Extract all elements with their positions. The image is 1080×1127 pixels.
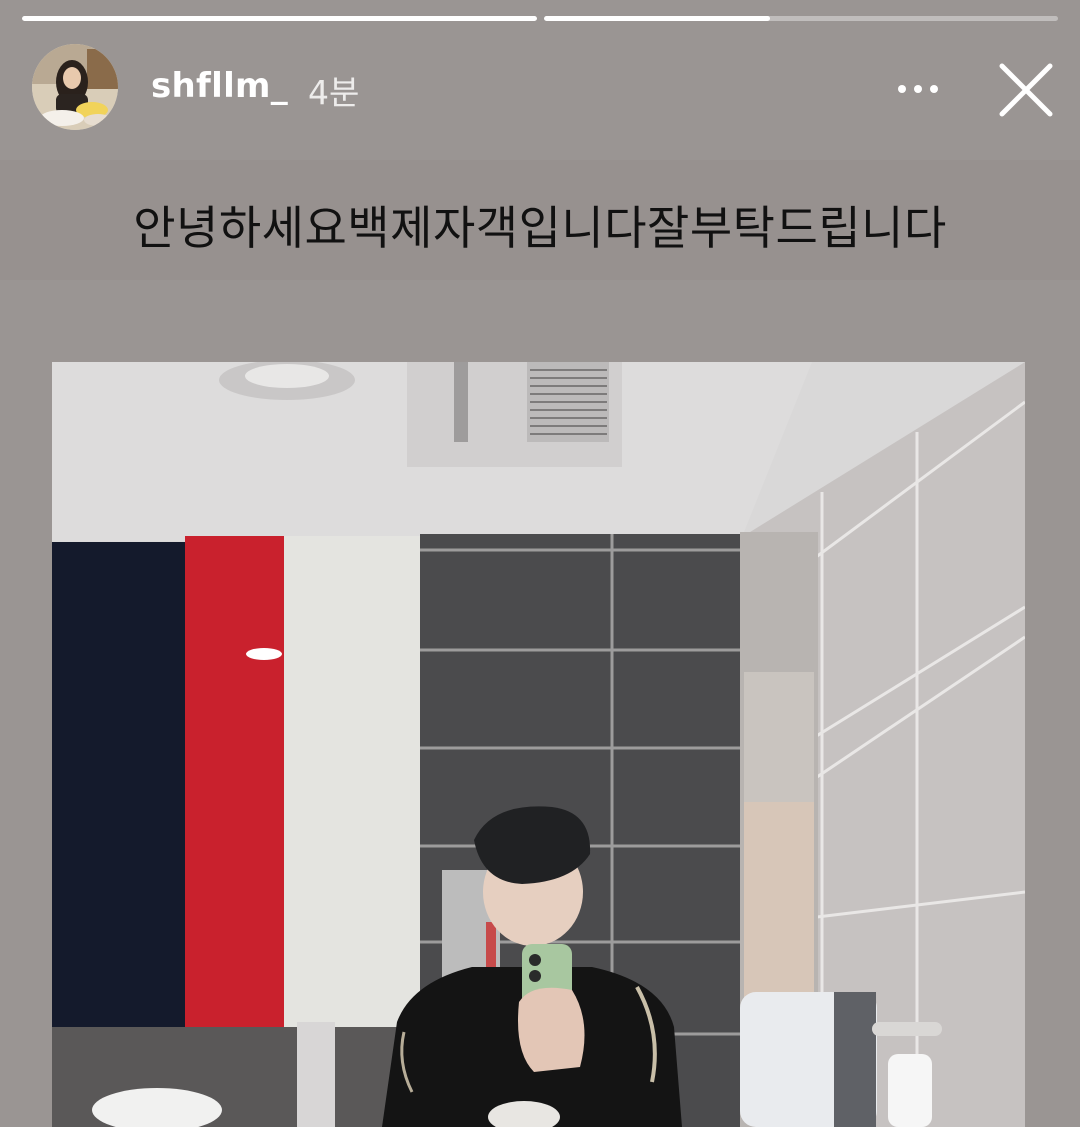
progress-segment — [543, 16, 1058, 21]
close-button[interactable] — [994, 58, 1058, 122]
story-viewer: shfllm_ 4분 안녕하세요백제자객입니다잘부탁드립니다 — [0, 0, 1080, 1127]
avatar-image — [32, 44, 118, 130]
avatar[interactable] — [32, 44, 118, 130]
close-icon — [999, 63, 1053, 117]
story-photo — [52, 362, 1025, 1127]
progress-fill — [543, 16, 770, 21]
timestamp: 4분 — [308, 73, 360, 112]
more-options-button[interactable] — [894, 70, 942, 108]
more-horizontal-icon — [898, 85, 938, 93]
mirror-selfie-image — [52, 362, 1025, 1127]
progress-segment — [22, 16, 537, 21]
username[interactable]: shfllm_ — [151, 66, 288, 106]
story-header: shfllm_ 4분 — [32, 44, 1056, 134]
story-caption: 안녕하세요백제자객입니다잘부탁드립니다 — [133, 201, 947, 255]
progress-fill — [22, 16, 537, 21]
story-progress — [22, 16, 1058, 22]
